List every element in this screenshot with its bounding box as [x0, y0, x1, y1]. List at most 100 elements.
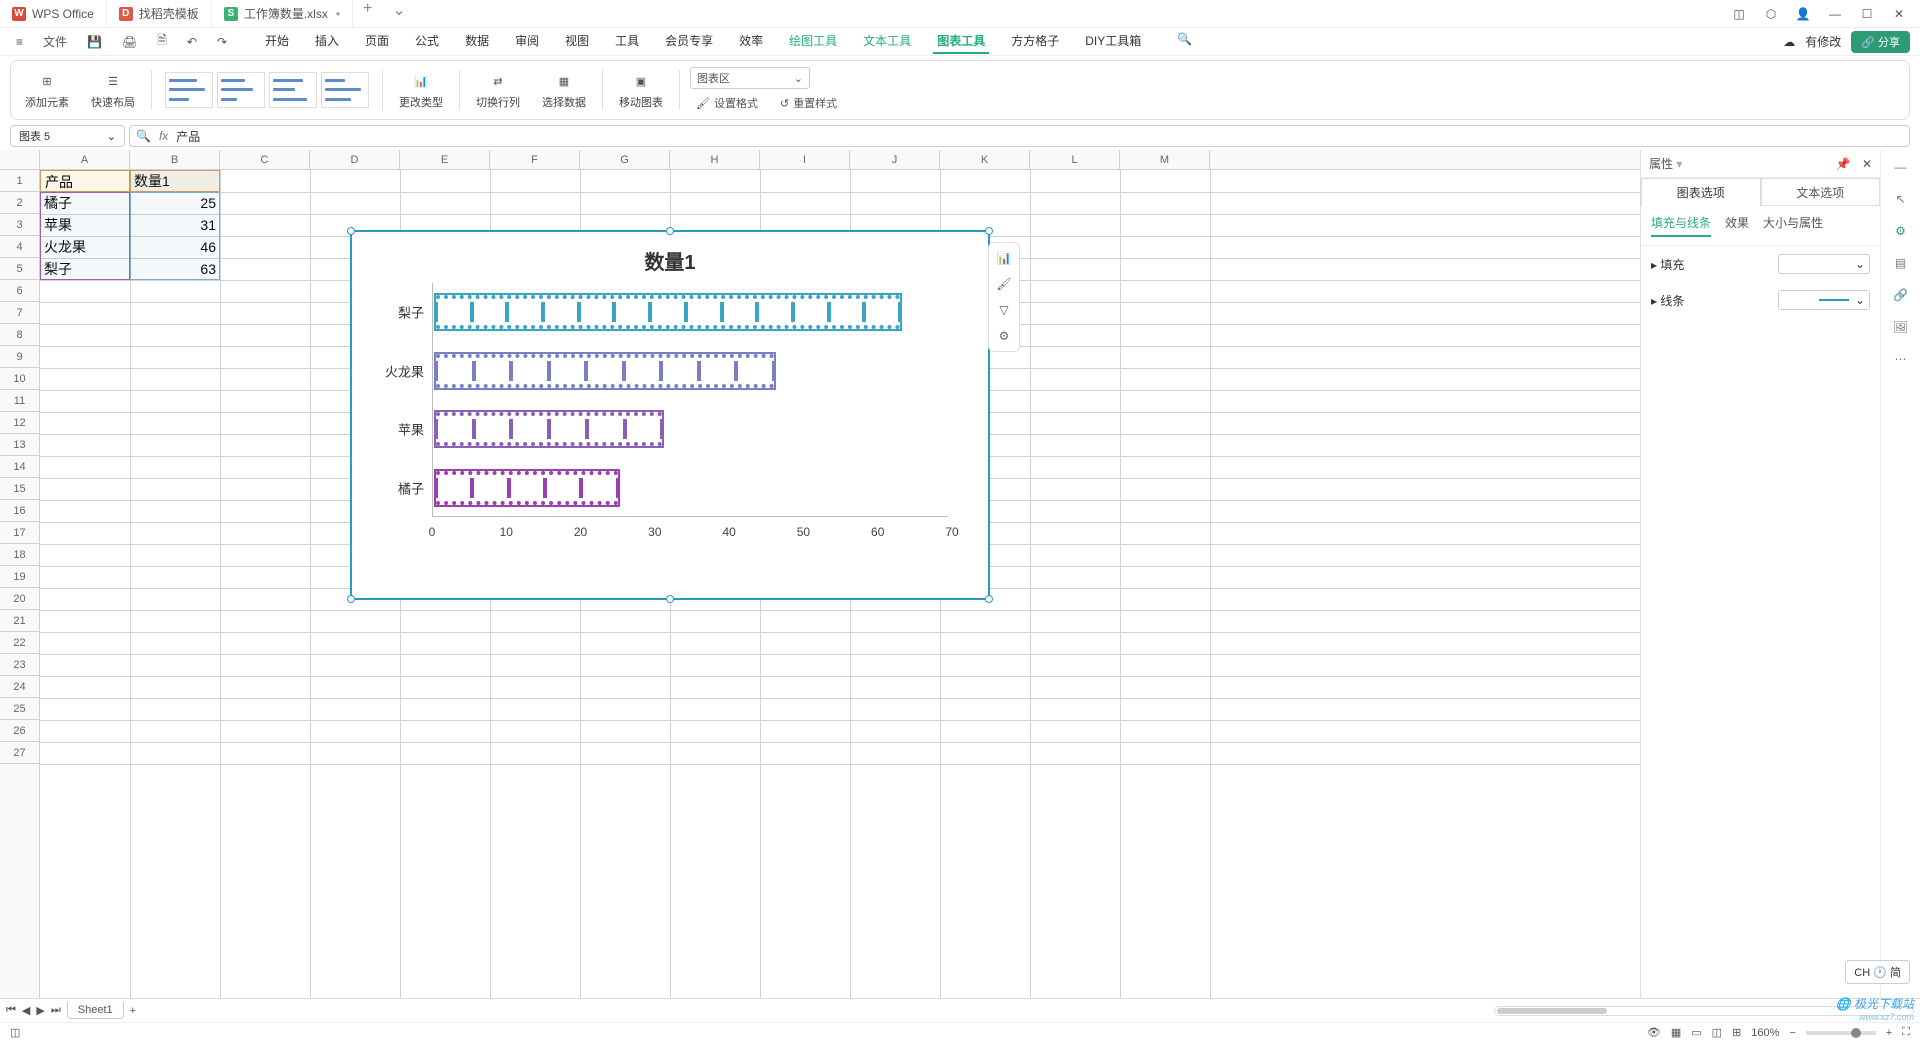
view-eye-icon[interactable]: 👁 — [1647, 1026, 1661, 1039]
panel-tab-text[interactable]: 文本选项 — [1761, 178, 1881, 206]
row-23[interactable]: 23 — [0, 654, 39, 676]
col-J[interactable]: J — [850, 150, 940, 169]
row-11[interactable]: 11 — [0, 390, 39, 412]
chart-object[interactable]: 数量1 010203040506070梨子火龙果苹果橘子 📊 🖌 ▽ ⚙ — [350, 230, 990, 600]
quick-layout-button[interactable]: ☰快速布局 — [85, 70, 141, 110]
row-26[interactable]: 26 — [0, 720, 39, 742]
chart-area-select[interactable]: 图表区⌄ — [690, 67, 810, 89]
minimize-button[interactable]: — — [1826, 7, 1844, 21]
zoom-in[interactable]: + — [1886, 1027, 1892, 1039]
row-17[interactable]: 17 — [0, 522, 39, 544]
tab-workbook[interactable]: S工作簿数量.xlsx• — [212, 0, 353, 27]
rail-link-icon[interactable]: 🔗 — [1893, 288, 1908, 302]
row-22[interactable]: 22 — [0, 632, 39, 654]
fullscreen-icon[interactable]: ⛶ — [1902, 1026, 1910, 1039]
rtab-ffgz[interactable]: 方方格子 — [1007, 29, 1063, 54]
rail-cursor-icon[interactable]: ↖ — [1895, 192, 1905, 206]
view-break-icon[interactable]: ⊞ — [1732, 1026, 1741, 1039]
row-18[interactable]: 18 — [0, 544, 39, 566]
chart-styles[interactable] — [162, 69, 372, 111]
win-copy-icon[interactable]: ◫ — [1730, 7, 1748, 21]
print-icon[interactable]: 🖨 — [116, 35, 143, 49]
row-20[interactable]: 20 — [0, 588, 39, 610]
col-C[interactable]: C — [220, 150, 310, 169]
undo-icon[interactable]: ↶ — [181, 35, 203, 49]
col-K[interactable]: K — [940, 150, 1030, 169]
chart-gear-icon[interactable]: ⚙ — [993, 325, 1015, 347]
chart-title[interactable]: 数量1 — [352, 246, 988, 275]
row-19[interactable]: 19 — [0, 566, 39, 588]
col-H[interactable]: H — [670, 150, 760, 169]
rtab-member[interactable]: 会员专享 — [661, 29, 717, 54]
view-grid-icon[interactable]: ▦ — [1671, 1026, 1681, 1039]
reset-style-button[interactable]: ↺ 重置样式 — [774, 93, 843, 113]
rtab-insert[interactable]: 插入 — [311, 29, 343, 54]
row-8[interactable]: 8 — [0, 324, 39, 346]
tab-wps[interactable]: WWPS Office — [0, 0, 107, 27]
search-icon[interactable]: 🔍 — [1173, 29, 1196, 54]
line-select[interactable]: ⌄ — [1778, 290, 1870, 310]
row-13[interactable]: 13 — [0, 434, 39, 456]
view-page-icon[interactable]: ◫ — [1712, 1026, 1722, 1039]
sheet-next[interactable]: ▶ — [36, 1004, 44, 1017]
zoom-slider[interactable] — [1806, 1031, 1876, 1035]
chart-elements-icon[interactable]: 📊 — [993, 247, 1015, 269]
zoom-out[interactable]: − — [1789, 1027, 1795, 1039]
chart-brush-icon[interactable]: 🖌 — [993, 273, 1015, 295]
panel-tab-chart[interactable]: 图表选项 — [1641, 178, 1761, 206]
col-E[interactable]: E — [400, 150, 490, 169]
share-button[interactable]: 🔗 分享 — [1851, 31, 1910, 53]
tab-template[interactable]: D找稻壳模板 — [107, 0, 212, 27]
tab-menu[interactable]: ⌄ — [382, 0, 415, 27]
subtab-effect[interactable]: 效果 — [1725, 214, 1749, 237]
rtab-page[interactable]: 页面 — [361, 29, 393, 54]
rail-image-icon[interactable]: 🖼 — [1893, 320, 1908, 334]
rtab-charttool[interactable]: 图表工具 — [933, 29, 989, 54]
row-4[interactable]: 4 — [0, 236, 39, 258]
swap-rowcol-button[interactable]: ⇄切换行列 — [470, 70, 526, 110]
preview-icon[interactable]: 🗎 — [151, 31, 173, 52]
avatar-icon[interactable]: 👤 — [1794, 7, 1812, 21]
tab-add[interactable]: + — [353, 0, 382, 27]
col-G[interactable]: G — [580, 150, 670, 169]
row-14[interactable]: 14 — [0, 456, 39, 478]
subtab-size[interactable]: 大小与属性 — [1763, 214, 1823, 237]
bar[interactable] — [434, 469, 620, 507]
row-10[interactable]: 10 — [0, 368, 39, 390]
rtab-efficiency[interactable]: 效率 — [735, 29, 767, 54]
row-27[interactable]: 27 — [0, 742, 39, 764]
col-F[interactable]: F — [490, 150, 580, 169]
col-I[interactable]: I — [760, 150, 850, 169]
rtab-drawtool[interactable]: 绘图工具 — [785, 29, 841, 54]
subtab-fill[interactable]: 填充与线条 — [1651, 214, 1711, 237]
rtab-tools[interactable]: 工具 — [611, 29, 643, 54]
rtab-data[interactable]: 数据 — [461, 29, 493, 54]
cell-A1[interactable]: 产品 — [40, 170, 130, 192]
row-2[interactable]: 2 — [0, 192, 39, 214]
chart-filter-icon[interactable]: ▽ — [993, 299, 1015, 321]
row-16[interactable]: 16 — [0, 500, 39, 522]
cube-icon[interactable]: ⬡ — [1762, 7, 1780, 21]
name-box[interactable]: 图表 5⌄ — [10, 125, 125, 147]
change-type-button[interactable]: 📊更改类型 — [393, 70, 449, 110]
move-chart-button[interactable]: ▣移动图表 — [613, 70, 669, 110]
col-M[interactable]: M — [1120, 150, 1210, 169]
maximize-button[interactable]: ☐ — [1858, 7, 1876, 21]
row-1[interactable]: 1 — [0, 170, 39, 192]
formula-bar[interactable]: 🔍fx产品 — [129, 125, 1910, 147]
row-7[interactable]: 7 — [0, 302, 39, 324]
sheet-prev[interactable]: ◀ — [22, 1004, 30, 1017]
col-A[interactable]: A — [40, 150, 130, 169]
row-24[interactable]: 24 — [0, 676, 39, 698]
close-button[interactable]: ✕ — [1890, 7, 1908, 21]
menu-file[interactable]: 文件 — [37, 33, 73, 50]
col-D[interactable]: D — [310, 150, 400, 169]
row-6[interactable]: 6 — [0, 280, 39, 302]
bar[interactable] — [434, 293, 902, 331]
sheet-first[interactable]: ⏮ — [6, 1004, 16, 1017]
sheet-last[interactable]: ⏭ — [51, 1004, 61, 1017]
cells-area[interactable]: 产品 数量1 橘子 25 苹果 31 火龙果 46 梨子 63 — [40, 170, 1640, 998]
rail-layers-icon[interactable]: ▤ — [1895, 256, 1906, 270]
row-5[interactable]: 5 — [0, 258, 39, 280]
row-3[interactable]: 3 — [0, 214, 39, 236]
